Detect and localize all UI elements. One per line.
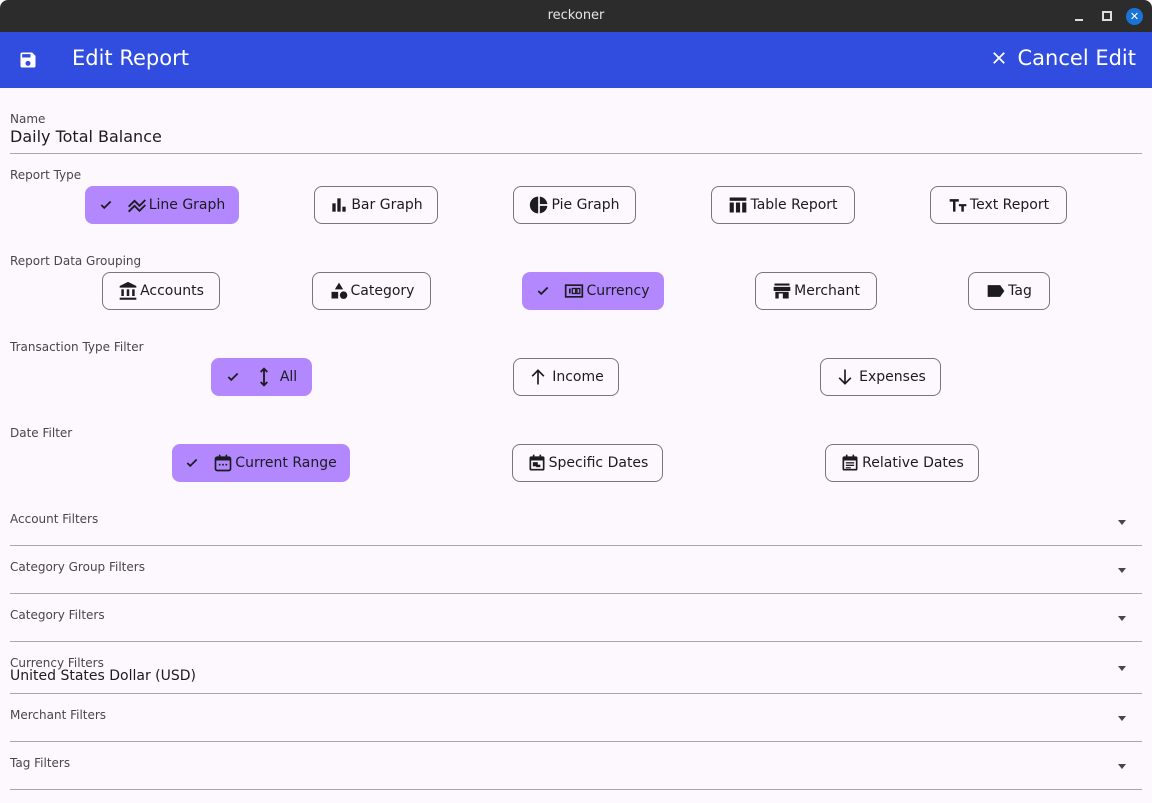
window-titlebar: reckoner ✕	[0, 0, 1152, 32]
dropdown-label: Tag Filters	[10, 756, 71, 770]
app-bar: Edit Report Cancel Edit	[0, 32, 1152, 88]
chip-label: Specific Dates	[548, 455, 649, 471]
dropdown-underline	[10, 593, 1142, 594]
report-type-bar-graph[interactable]: Bar Graph	[314, 186, 438, 224]
currency-filters-dropdown[interactable]: Currency Filters United States Dollar (U…	[10, 644, 1142, 694]
chip-label: Relative Dates	[862, 455, 964, 471]
bar-graph-icon	[329, 195, 349, 215]
name-underline	[10, 153, 1142, 154]
dropdown-label: Category Group Filters	[10, 560, 145, 574]
store-icon	[772, 281, 792, 301]
arrow-up-icon	[528, 367, 548, 387]
dropdown-label: Category Filters	[10, 608, 105, 622]
date-filter-current-range[interactable]: Current Range	[172, 444, 350, 482]
up-down-arrow-icon	[254, 367, 274, 387]
category-icon	[329, 281, 349, 301]
calendar-specific-icon	[527, 453, 547, 473]
chip-label: Table Report	[750, 197, 838, 213]
tag-icon	[986, 281, 1006, 301]
line-graph-icon	[127, 195, 147, 215]
grouping-label: Report Data Grouping	[10, 254, 142, 268]
currency-icon	[564, 281, 584, 301]
grouping-merchant[interactable]: Merchant	[755, 272, 877, 310]
check-icon	[185, 456, 199, 470]
page-title: Edit Report	[72, 46, 189, 70]
maximize-button[interactable]	[1099, 8, 1115, 24]
transaction-type-expenses[interactable]: Expenses	[820, 358, 941, 396]
chip-label: All	[279, 369, 298, 385]
dropdown-underline	[10, 641, 1142, 642]
close-icon: ✕	[1129, 10, 1140, 23]
category-group-filters-dropdown[interactable]: Category Group Filters	[10, 548, 1142, 594]
close-icon	[992, 52, 1005, 64]
cancel-edit-button[interactable]: Cancel Edit	[990, 46, 1136, 70]
transaction-type-label: Transaction Type Filter	[10, 340, 144, 354]
cancel-edit-label: Cancel Edit	[1017, 46, 1136, 70]
table-icon	[728, 195, 748, 215]
calendar-relative-icon	[840, 453, 860, 473]
category-filters-dropdown[interactable]: Category Filters	[10, 596, 1142, 642]
chip-label: Line Graph	[148, 197, 226, 213]
chip-label: Expenses	[859, 369, 926, 385]
chip-label: Income	[552, 369, 604, 385]
transaction-type-income[interactable]: Income	[513, 358, 619, 396]
calendar-range-icon	[213, 453, 233, 473]
transaction-type-all[interactable]: All	[211, 358, 312, 396]
pie-graph-icon	[529, 195, 549, 215]
date-filter-specific-dates[interactable]: Specific Dates	[512, 444, 663, 482]
name-label: Name	[10, 112, 46, 126]
dropdown-label: Account Filters	[10, 512, 99, 526]
chip-label: Accounts	[140, 283, 204, 299]
grouping-tag[interactable]: Tag	[968, 272, 1050, 310]
check-icon	[536, 284, 550, 298]
dropdown-underline	[10, 693, 1142, 694]
report-type-pie-graph[interactable]: Pie Graph	[513, 186, 636, 224]
grouping-accounts[interactable]: Accounts	[102, 272, 220, 310]
chip-label: Current Range	[235, 455, 337, 471]
report-type-line-graph[interactable]: Line Graph	[85, 186, 239, 224]
name-input[interactable]: Daily Total Balance	[10, 127, 162, 146]
window-close-button[interactable]: ✕	[1126, 8, 1143, 25]
dropdown-underline	[10, 545, 1142, 546]
dropdown-underline	[10, 741, 1142, 742]
dropdown-arrow-icon	[1118, 764, 1126, 769]
check-icon	[226, 370, 240, 384]
dropdown-value: United States Dollar (USD)	[10, 668, 196, 684]
chip-label: Text Report	[969, 197, 1050, 213]
dropdown-arrow-icon	[1118, 568, 1126, 573]
dropdown-label: Merchant Filters	[10, 708, 107, 722]
text-icon	[948, 195, 968, 215]
dropdown-arrow-icon	[1118, 520, 1126, 525]
merchant-filters-dropdown[interactable]: Merchant Filters	[10, 696, 1142, 742]
arrow-down-icon	[835, 367, 855, 387]
chip-label: Bar Graph	[351, 197, 423, 213]
account-filters-dropdown[interactable]: Account Filters	[10, 500, 1142, 546]
grouping-category[interactable]: Category	[312, 272, 431, 310]
report-type-table-report[interactable]: Table Report	[711, 186, 855, 224]
window-title: reckoner	[547, 8, 605, 23]
chip-label: Tag	[1008, 283, 1032, 299]
dropdown-arrow-icon	[1118, 716, 1126, 721]
minimize-button[interactable]	[1071, 8, 1087, 24]
bank-icon	[118, 281, 138, 301]
dropdown-underline	[10, 789, 1142, 790]
check-icon	[99, 198, 113, 212]
chip-label: Currency	[586, 283, 650, 299]
chip-label: Merchant	[794, 283, 860, 299]
dropdown-arrow-icon	[1118, 666, 1126, 671]
chip-label: Pie Graph	[551, 197, 620, 213]
tag-filters-dropdown[interactable]: Tag Filters	[10, 744, 1142, 790]
date-filter-label: Date Filter	[10, 426, 73, 440]
save-icon[interactable]	[18, 50, 38, 70]
chip-label: Category	[350, 283, 415, 299]
report-type-text-report[interactable]: Text Report	[930, 186, 1067, 224]
grouping-currency[interactable]: Currency	[522, 272, 664, 310]
dropdown-arrow-icon	[1118, 616, 1126, 621]
date-filter-relative-dates[interactable]: Relative Dates	[825, 444, 979, 482]
report-type-label: Report Type	[10, 168, 82, 182]
